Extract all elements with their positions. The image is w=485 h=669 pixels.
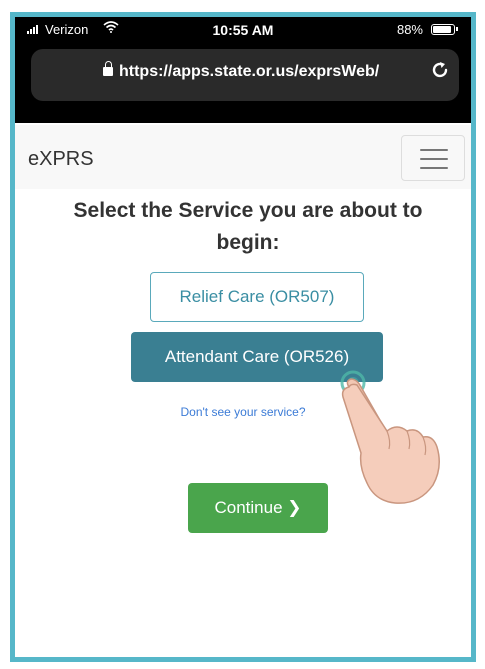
site-navbar: eXPRS bbox=[15, 125, 471, 189]
reload-icon[interactable] bbox=[429, 59, 451, 87]
page-heading: Select the Service you are about to begi… bbox=[73, 199, 423, 254]
url-text: https://apps.state.or.us/exprsWeb/ bbox=[119, 63, 380, 80]
site-brand[interactable]: eXPRS bbox=[28, 148, 94, 171]
status-bar: Verizon 10:55 AM 88% bbox=[15, 17, 471, 45]
chevron-right-icon: ❯ bbox=[287, 498, 302, 517]
lock-icon bbox=[103, 61, 113, 76]
address-bar[interactable]: https://apps.state.or.us/exprsWeb/ bbox=[31, 49, 459, 101]
service-relief-care-button[interactable]: Relief Care (OR507) bbox=[150, 272, 364, 322]
missing-service-link[interactable]: Don't see your service? bbox=[15, 405, 471, 419]
battery-percent: 88% bbox=[396, 22, 423, 37]
continue-label: Continue bbox=[214, 498, 283, 517]
battery-icon bbox=[431, 24, 458, 35]
hamburger-icon bbox=[420, 149, 448, 151]
service-attendant-care-button[interactable]: Attendant Care (OR526) bbox=[131, 332, 383, 382]
continue-button[interactable]: Continue ❯ bbox=[188, 483, 328, 533]
phone-top-area: Verizon 10:55 AM 88% https://apps.state.… bbox=[15, 17, 471, 123]
screenshot-frame: Verizon 10:55 AM 88% https://apps.state.… bbox=[10, 12, 476, 662]
menu-toggle-button[interactable] bbox=[401, 135, 465, 181]
